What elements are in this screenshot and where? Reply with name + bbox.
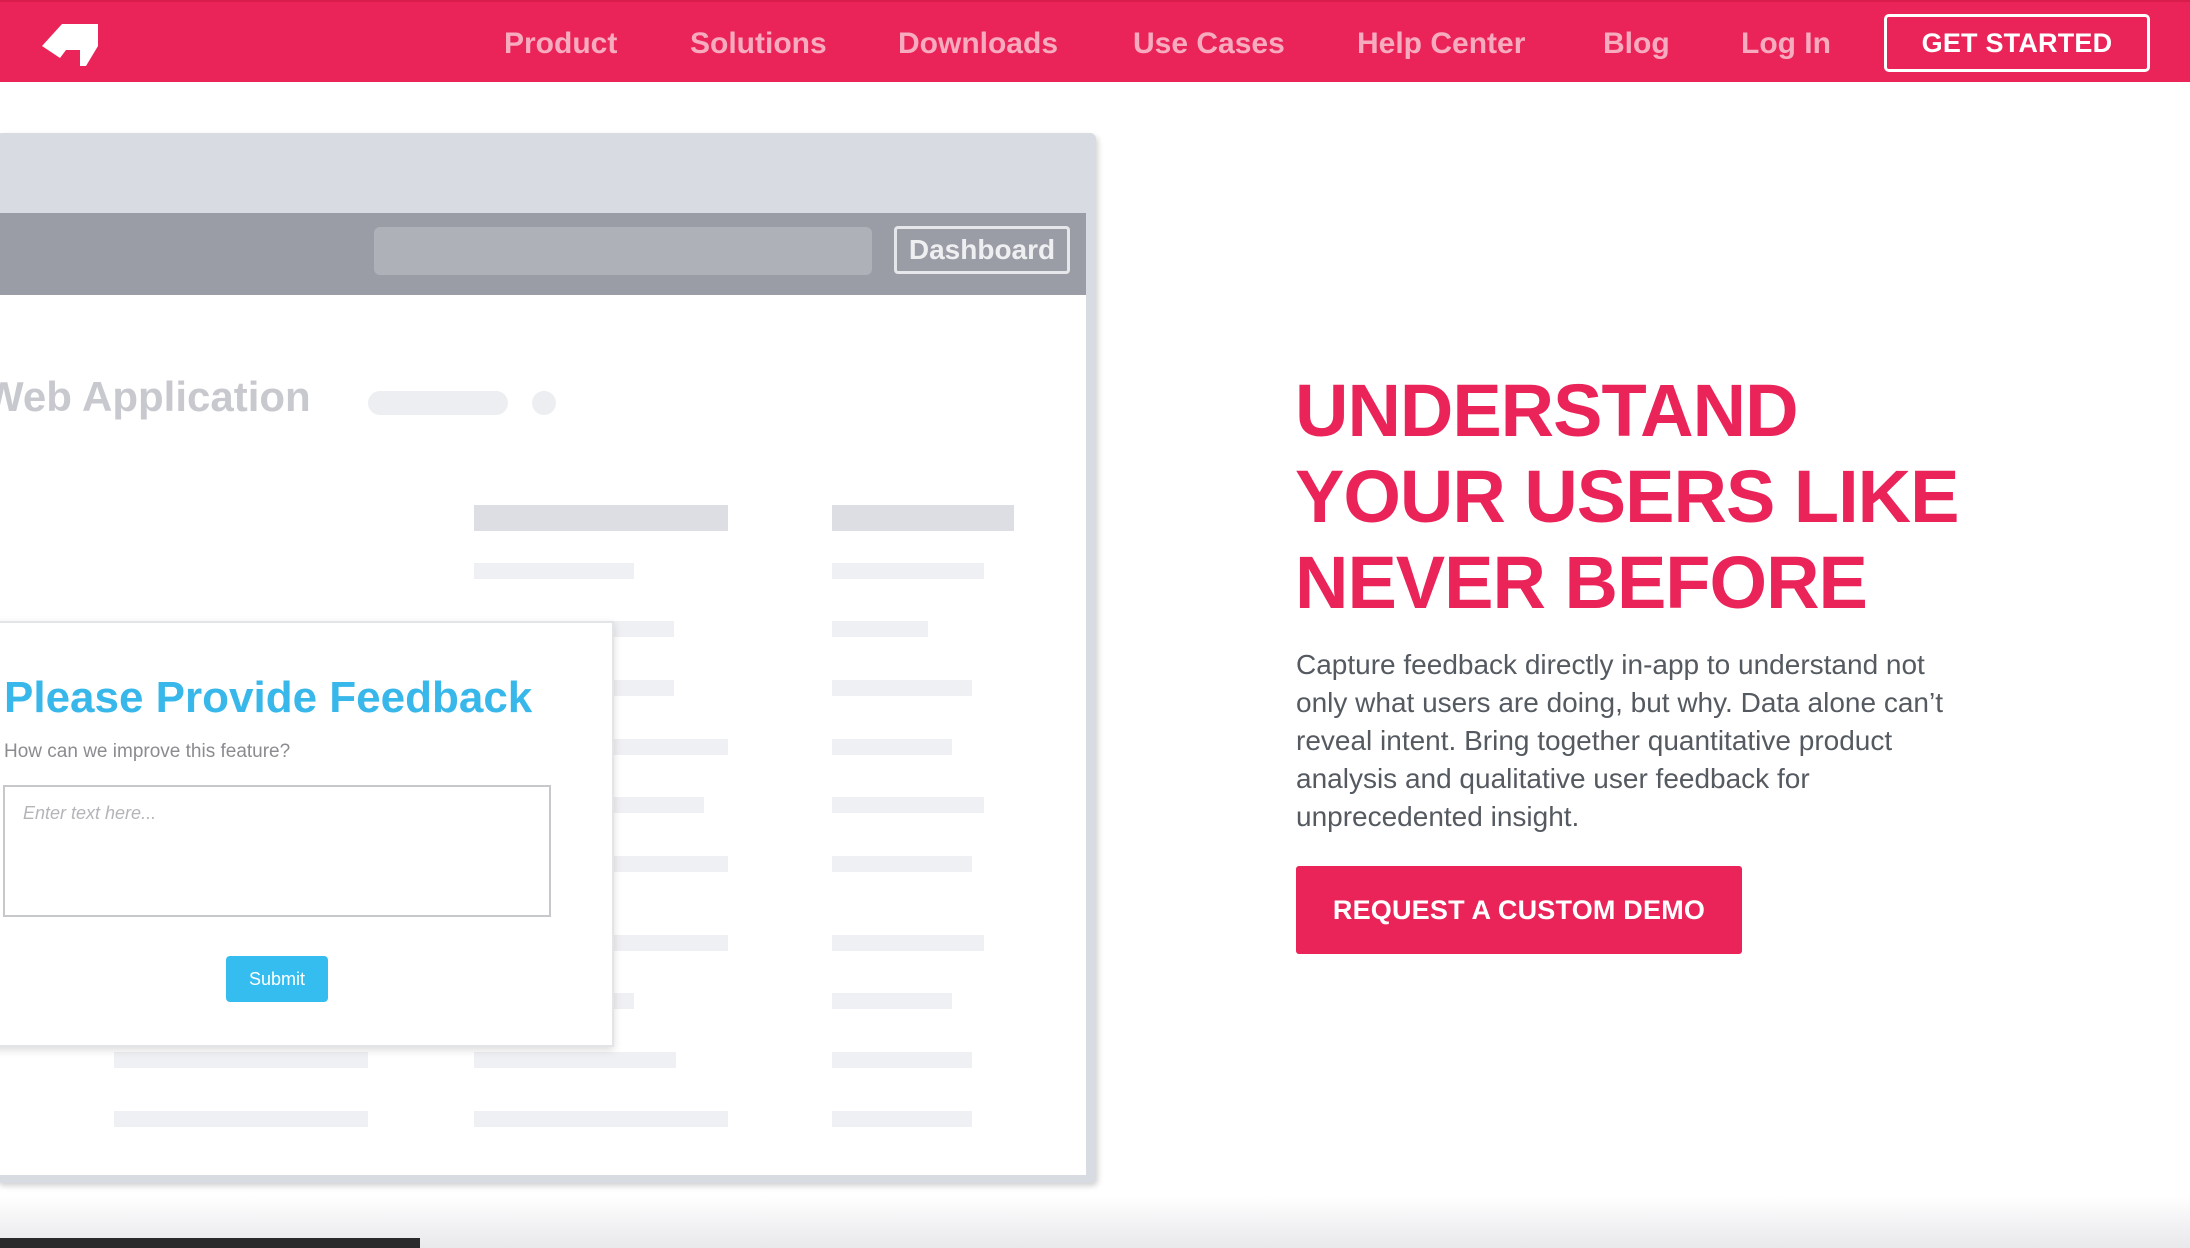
bottom-edge-strip (0, 1238, 420, 1248)
feedback-modal-subtitle: How can we improve this feature? (4, 741, 291, 762)
mockup-page-title: Web Application (0, 373, 311, 420)
hero-headline-line: YOUR USERS LIKE (1295, 455, 1959, 538)
feedback-submit-button[interactable]: Submit (226, 956, 328, 1002)
mockup-row-placeholder (832, 621, 928, 637)
feedback-textarea[interactable]: Enter text here... (3, 785, 551, 917)
hero-description: Capture feedback directly in-app to unde… (1296, 649, 1943, 832)
mockup-row-placeholder (474, 563, 634, 579)
get-started-button[interactable]: GET STARTED (1884, 14, 2150, 72)
mockup-row-placeholder (474, 1052, 676, 1068)
hero-headline-line: UNDERSTAND (1295, 369, 1799, 452)
mockup-row-placeholder (832, 1111, 972, 1127)
feedback-textarea-placeholder: Enter text here... (23, 803, 157, 823)
nav-link-product[interactable]: Product (504, 24, 617, 64)
nav-link-use-cases[interactable]: Use Cases (1133, 24, 1285, 64)
mockup-column-header (474, 505, 728, 531)
mockup-row-placeholder (832, 739, 952, 755)
mockup-row-placeholder (114, 1052, 368, 1068)
nav-link-help-center[interactable]: Help Center (1357, 24, 1525, 64)
nav-link-solutions[interactable]: Solutions (690, 24, 827, 64)
mockup-column-header (832, 505, 1014, 531)
mockup-row-placeholder (114, 1111, 368, 1127)
hero-headline: UNDERSTAND YOUR USERS LIKE NEVER BEFORE (1295, 368, 2015, 626)
mockup-row-placeholder (474, 1111, 728, 1127)
hero-headline-line: NEVER BEFORE (1295, 541, 1868, 624)
feedback-modal-title: Please Provide Feedback (4, 673, 533, 722)
brand-logo-icon[interactable] (38, 16, 100, 72)
mockup-row-placeholder (832, 993, 952, 1009)
mockup-pill-placeholder (368, 391, 508, 415)
app-mockup-window: Dashboard Web Application Please Provide… (0, 133, 1096, 1183)
mockup-row-placeholder (832, 935, 984, 951)
mockup-row-placeholder (832, 680, 972, 696)
nav-link-downloads[interactable]: Downloads (898, 24, 1058, 64)
mockup-dot-placeholder (532, 391, 556, 415)
feedback-modal: Please Provide Feedback How can we impro… (0, 621, 614, 1047)
mockup-search-bar (374, 227, 872, 275)
mockup-row-placeholder (832, 797, 984, 813)
mockup-dashboard-button: Dashboard (894, 226, 1070, 274)
nav-link-blog[interactable]: Blog (1603, 24, 1670, 64)
top-navbar: Product Solutions Downloads Use Cases He… (0, 0, 2190, 82)
mockup-toolbar: Dashboard (0, 213, 1086, 295)
nav-link-log-in[interactable]: Log In (1741, 24, 1831, 64)
mockup-row-placeholder (832, 856, 972, 872)
mockup-row-placeholder (832, 1052, 972, 1068)
mockup-row-placeholder (832, 563, 984, 579)
request-demo-button[interactable]: REQUEST A CUSTOM DEMO (1296, 866, 1742, 954)
